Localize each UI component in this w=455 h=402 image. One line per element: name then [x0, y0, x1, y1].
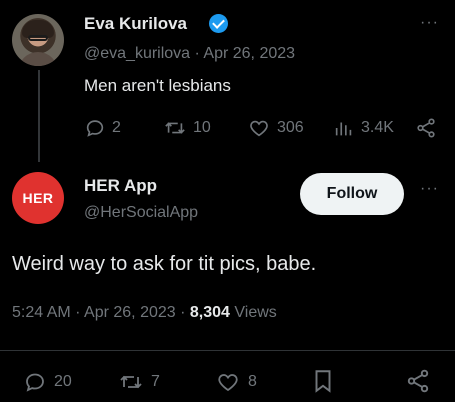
avatar-shirt [18, 52, 58, 66]
retweet-count: 10 [193, 119, 211, 136]
reply-icon [26, 373, 44, 392]
reply-icon [86, 120, 104, 137]
author-handle[interactable]: @HerSocialApp [84, 204, 198, 222]
retweet-icon [120, 375, 142, 389]
bookmark-button[interactable] [310, 368, 336, 394]
views-button[interactable]: 3.4K [333, 117, 394, 139]
tweet-text: Men aren't lesbians [84, 76, 231, 95]
avatar-glasses [28, 35, 48, 41]
thread-connector-line [38, 70, 40, 162]
tweet-metadata: 5:24 AM · Apr 26, 2023 · 8,304 Views [12, 304, 277, 322]
tweet-timestamp[interactable]: 5:24 AM · Apr 26, 2023 · [12, 304, 190, 321]
like-icon [250, 120, 268, 137]
author-name[interactable]: HER App [84, 176, 157, 196]
reply-button[interactable]: 2 [84, 117, 121, 139]
retweet-button[interactable]: 10 [163, 117, 211, 139]
like-button[interactable]: 306 [247, 117, 304, 139]
bookmark-icon [315, 370, 331, 393]
divider [0, 350, 455, 351]
views-count: 3.4K [361, 119, 394, 136]
retweet-count: 7 [151, 373, 160, 390]
share-button[interactable] [414, 117, 438, 139]
more-icon[interactable]: ··· [420, 180, 439, 198]
author-name[interactable]: Eva Kurilova [84, 14, 187, 34]
share-button[interactable] [404, 368, 432, 394]
share-icon [417, 118, 435, 138]
like-count: 306 [277, 119, 304, 136]
views-count: 8,304 [189, 304, 230, 321]
tweet-text: Weird way to ask for tit pics, babe. [12, 253, 317, 275]
reply-count: 20 [54, 373, 72, 390]
retweet-icon [165, 122, 185, 134]
verified-badge-icon[interactable] [209, 14, 228, 33]
avatar-her-app[interactable]: HER [12, 172, 64, 224]
avatar-eva-kurilova[interactable] [12, 14, 64, 66]
views-label: Views [229, 304, 277, 321]
follow-button[interactable]: Follow [300, 173, 404, 215]
author-handle-date[interactable]: @eva_kurilova · Apr 26, 2023 [84, 45, 295, 63]
like-icon [218, 374, 238, 392]
like-button[interactable]: 8 [214, 370, 257, 394]
retweet-button[interactable]: 7 [117, 370, 160, 394]
reply-button[interactable]: 20 [22, 370, 72, 394]
views-icon [335, 122, 352, 136]
like-count: 8 [248, 373, 257, 390]
reply-count: 2 [112, 119, 121, 136]
more-icon[interactable]: ··· [420, 14, 439, 32]
share-icon [407, 369, 429, 393]
